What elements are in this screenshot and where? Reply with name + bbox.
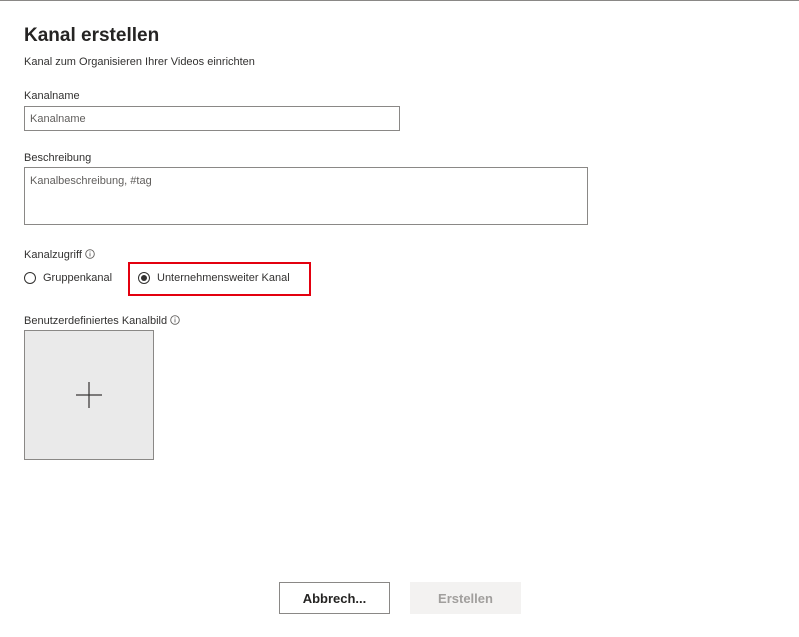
radio-group-channel[interactable]: Gruppenkanal [24,272,112,284]
info-icon[interactable] [85,249,95,262]
plus-icon [76,382,102,408]
info-icon[interactable] [170,315,180,328]
description-label: Beschreibung [24,152,92,164]
cancel-button[interactable]: Abbrech... [279,582,390,614]
channel-access-label-text: Kanalzugriff [24,249,82,261]
channel-name-input[interactable] [24,106,400,131]
dialog-subtitle: Kanal zum Organisieren Ihrer Videos einr… [24,56,255,68]
channel-image-label-text: Benutzerdefiniertes Kanalbild [24,315,168,327]
description-input[interactable] [24,167,588,225]
create-button[interactable]: Erstellen [410,582,521,614]
channel-image-upload[interactable] [24,330,154,460]
channel-access-label: Kanalzugriff [24,249,95,262]
top-divider [0,0,799,1]
dialog-title: Kanal erstellen [24,25,160,46]
channel-name-label: Kanalname [24,90,80,102]
radio-button-unchecked[interactable] [24,272,36,284]
channel-image-label: Benutzerdefiniertes Kanalbild [24,315,180,328]
radio-label-group-channel: Gruppenkanal [43,272,113,284]
selection-highlight-box [128,262,311,296]
